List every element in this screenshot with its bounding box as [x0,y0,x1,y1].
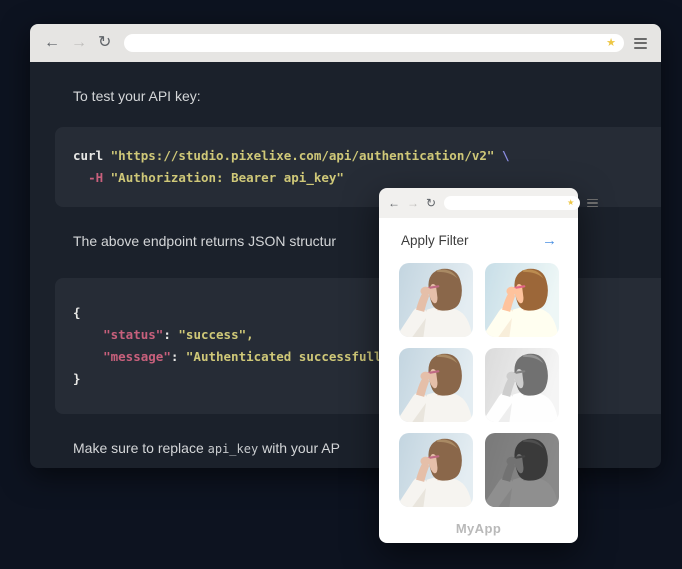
forward-icon[interactable]: → [407,197,419,209]
code-token [103,170,111,185]
portrait-photo [399,433,473,507]
portrait-photo [485,263,559,337]
back-icon[interactable]: ← [388,197,400,209]
filter-thumb-warm[interactable] [485,263,559,337]
code-token [73,327,103,342]
back-icon[interactable]: ← [44,35,60,51]
code-line: curl "https://studio.pixelixe.com/api/au… [73,145,643,167]
filter-thumb-grayscale-light[interactable] [485,348,559,422]
code-token: curl [73,148,111,163]
code-token: { [73,305,81,320]
para-replace-text: with your AP [258,440,340,456]
code-token: : [163,327,178,342]
filter-thumb-grayscale-dark[interactable] [485,433,559,507]
bookmark-star-icon[interactable]: ★ [567,199,574,207]
filter-thumb-original-1[interactable] [399,263,473,337]
code-token: "Authenticated successfull [186,349,382,364]
forward-icon[interactable]: → [71,35,87,51]
refresh-icon[interactable]: ↻ [98,35,111,51]
apply-filter-label: Apply Filter [401,233,469,248]
address-bar[interactable]: ★ [444,196,580,210]
main-browser-toolbar: ← → ↻ ★ [30,24,661,62]
popup-browser-toolbar: ← → ↻ ★ [379,188,578,218]
portrait-photo [485,348,559,422]
code-token: : [171,349,186,364]
code-token: "Authorization: Bearer api_key" [111,170,344,185]
portrait-photo [399,348,473,422]
filter-header: Apply Filter → [379,218,578,257]
menu-icon[interactable] [587,199,598,208]
address-bar[interactable]: ★ [124,34,624,52]
portrait-photo [485,433,559,507]
url-input[interactable] [450,198,567,208]
menu-icon[interactable] [634,38,647,49]
bookmark-star-icon[interactable]: ★ [606,38,616,49]
refresh-icon[interactable]: ↻ [426,197,436,209]
filter-thumb-original-2[interactable] [399,348,473,422]
para-intro: To test your API key: [73,88,661,105]
popup-browser-window: ← → ↻ ★ Apply Filter → [379,188,578,543]
code-token: "status" [103,327,163,342]
para-replace-text: Make sure to replace [73,440,208,456]
inline-code-api-key: api_key [208,442,259,456]
code-token [73,170,88,185]
code-token: } [73,371,81,386]
apply-arrow-icon[interactable]: → [542,233,557,248]
code-token: "message" [103,349,171,364]
filter-thumb-original-3[interactable] [399,433,473,507]
code-token: "success", [178,327,253,342]
filter-app-page: Apply Filter → MyApp [379,218,578,543]
filter-thumbnail-grid [379,263,578,507]
code-token [73,349,103,364]
code-token: \ [502,148,510,163]
code-token: "https://studio.pixelixe.com/api/authent… [111,148,495,163]
app-brand-label: MyApp [379,521,578,536]
url-input[interactable] [132,37,606,49]
portrait-photo [399,263,473,337]
code-token [494,148,502,163]
code-line: -H "Authorization: Bearer api_key" [73,167,643,189]
code-token: -H [88,170,103,185]
